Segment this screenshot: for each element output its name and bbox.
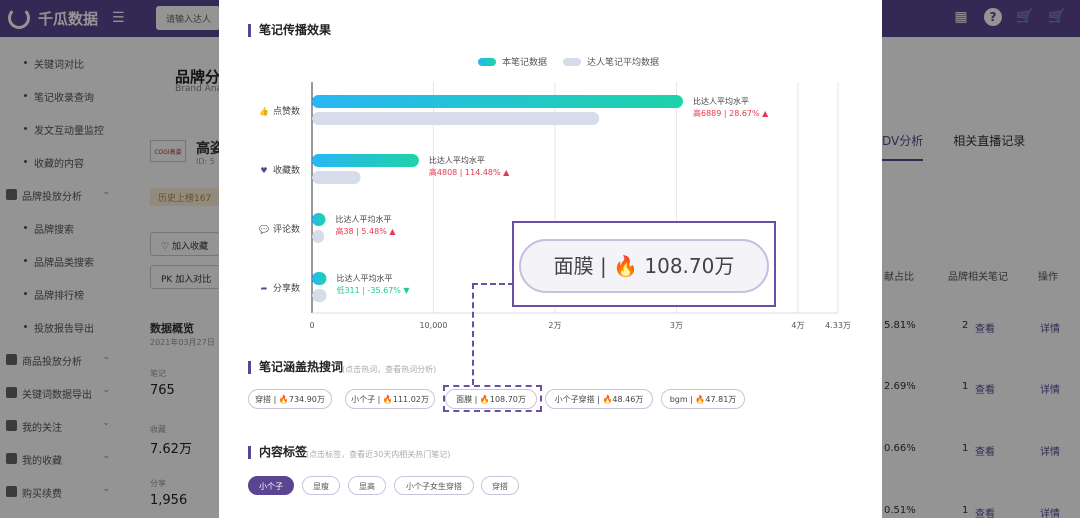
x-tick-label: 10,000 [419,321,447,330]
keyword-word: 穿搭 [255,395,272,404]
content-tag[interactable]: 小个子 [248,476,294,495]
section-hint: (点击热词，查看热词分析) [342,365,437,374]
category-label: 收藏数 [273,164,300,176]
keyword-separator: | [375,395,383,404]
bar-this-note [312,272,327,285]
bar-average [312,171,361,184]
bar-this-note [312,213,326,226]
bar-this-note [312,95,683,108]
bar-average [312,230,325,243]
fire-icon: 🔥 [278,395,289,404]
category-label: 点赞数 [273,105,300,117]
callout-highlight [443,385,542,412]
callout-separator: | [600,254,607,278]
callout-connector [472,283,474,385]
callout-word: 面膜 [553,254,594,278]
keyword-value: 47.81万 [705,395,737,404]
bar-average [312,289,327,302]
keyword-word: 小个子 [351,395,376,404]
heart-icon: ♥ [260,166,267,175]
keyword-chip[interactable]: 小个子穿搭 | 🔥48.46万 [545,389,653,409]
content-tag[interactable]: 小个子女生穿搭 [394,476,474,495]
keyword-value: 111.02万 [392,395,429,404]
annotation-detail: 低311 | -35.67% ▼ [336,285,410,295]
fire-icon: 🔥 [613,254,639,278]
annotation-detail: 高4808 | 114.48% ▲ [429,167,510,177]
section-title-keywords: 笔记涵盖热搜词 [248,361,343,374]
bar-this-note [312,154,419,167]
callout-value: 108.70万 [644,254,735,278]
keyword-separator: | [271,395,279,404]
keyword-chip[interactable]: bgm | 🔥47.81万 [661,389,745,409]
section-title-tags: 内容标签 [248,446,307,459]
content-tag[interactable]: 显瘦 [302,476,340,495]
keyword-word: 小个子穿搭 [554,395,595,404]
category-label: 评论数 [273,223,300,235]
comment-icon: 💬 [259,224,269,234]
keyword-word: bgm [669,395,688,404]
category-label: 分享数 [273,282,300,294]
keyword-chip[interactable]: 穿搭 | 🔥734.90万 [248,389,332,409]
keyword-value: 48.46万 [612,395,644,404]
section-hint: (点击标签，查看近30天内相关热门笔记) [306,450,451,459]
keyword-chip[interactable]: 小个子 | 🔥111.02万 [345,389,435,409]
annotation-label: 比达人平均水平 [693,96,749,106]
annotation-label: 比达人平均水平 [335,214,391,224]
callout-keyword-pill: 面膜 | 🔥 108.70万 [519,239,769,293]
x-tick-label: 3万 [670,321,683,330]
bar-average [312,112,600,125]
x-tick-label: 2万 [548,321,561,330]
x-tick-label: 0 [309,321,314,330]
fire-icon: 🔥 [695,395,706,404]
annotation-detail: 高38 | 5.48% ▲ [335,226,396,236]
callout-connector [472,283,514,285]
content-tag[interactable]: 显高 [348,476,386,495]
fire-icon: 🔥 [382,395,393,404]
content-tag[interactable]: 穿搭 [481,476,519,495]
keyword-value: 734.90万 [288,395,325,404]
annotation-label: 比达人平均水平 [336,273,392,283]
share-icon: ➦ [261,284,268,293]
x-tick-label: 4万 [791,321,804,330]
thumbs-up-icon: 👍 [259,106,269,116]
annotation-detail: 高6889 | 28.67% ▲ [693,108,769,118]
fire-icon: 🔥 [602,395,613,404]
annotation-label: 比达人平均水平 [429,155,485,165]
x-tick-label: 4.33万 [825,321,851,330]
